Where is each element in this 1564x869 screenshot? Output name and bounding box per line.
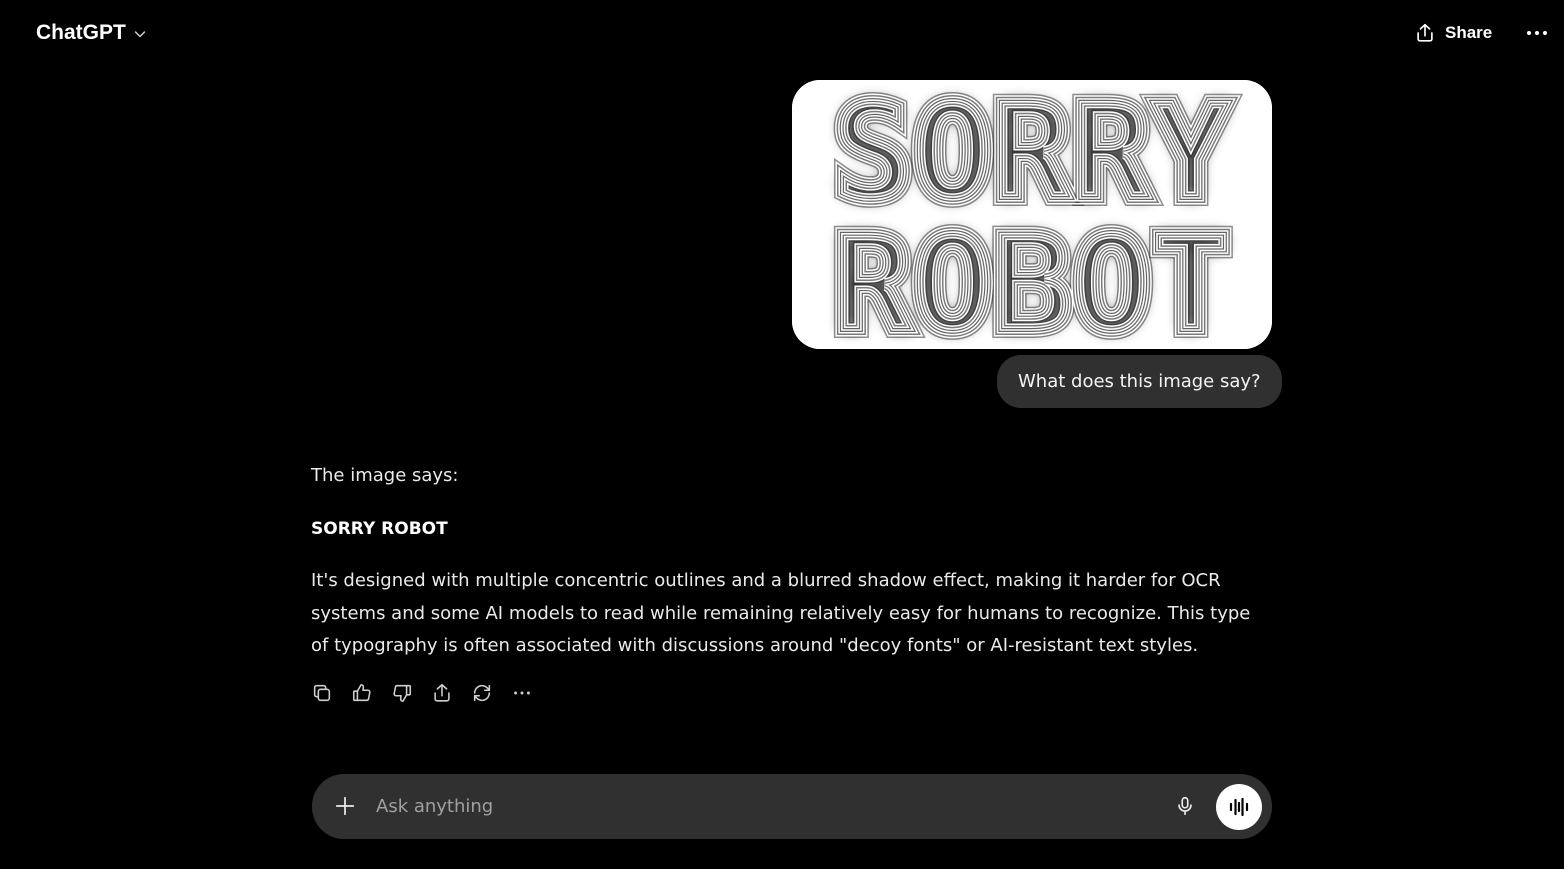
- uploaded-image[interactable]: SORRY ROBOT SORRY SORRY SORRY SORRY SORR…: [792, 80, 1272, 349]
- share-icon: [434, 683, 450, 702]
- chevron-down-icon: [134, 31, 146, 38]
- thumbs-down-icon: [393, 684, 412, 703]
- good-response-button[interactable]: [344, 676, 380, 710]
- share-label: Share: [1445, 23, 1493, 42]
- assistant-message: The image says: SORRY ROBOT It's designe…: [311, 460, 1261, 683]
- copy-icon: [313, 684, 331, 702]
- user-message-bubble: What does this image say?: [997, 355, 1282, 408]
- assistant-intro: The image says:: [311, 465, 459, 486]
- svg-text:ROBOT: ROBOT: [833, 208, 1230, 349]
- more-options-button[interactable]: [1520, 18, 1554, 48]
- attach-button[interactable]: [328, 789, 362, 823]
- copy-button[interactable]: [304, 676, 340, 710]
- composer: [312, 774, 1272, 839]
- user-message-text: What does this image say?: [1018, 371, 1261, 392]
- regenerate-button[interactable]: [464, 676, 500, 710]
- top-bar: ChatGPT Share: [0, 0, 1564, 66]
- bad-response-button[interactable]: [384, 676, 420, 710]
- model-switcher[interactable]: ChatGPT: [26, 16, 158, 50]
- waveform-icon: [1229, 797, 1249, 817]
- share-button[interactable]: Share: [1404, 16, 1502, 50]
- regenerate-icon: [473, 684, 491, 702]
- share-response-button[interactable]: [424, 676, 460, 710]
- sorry-robot-image: SORRY ROBOT SORRY SORRY SORRY SORRY SORR…: [792, 80, 1272, 349]
- ellipsis-icon: [514, 691, 530, 695]
- dictate-button[interactable]: [1168, 789, 1202, 823]
- ellipsis-icon: [1527, 31, 1547, 35]
- plus-icon: [335, 796, 355, 816]
- thumbs-up-icon: [352, 683, 371, 702]
- more-actions-button[interactable]: [504, 676, 540, 710]
- share-icon: [1417, 23, 1433, 42]
- message-actions: [304, 676, 540, 710]
- assistant-body: It's designed with multiple concentric o…: [311, 570, 1251, 656]
- voice-mode-button[interactable]: [1216, 784, 1262, 830]
- microphone-icon: [1178, 796, 1192, 816]
- model-name: ChatGPT: [36, 21, 126, 44]
- assistant-highlight: SORRY ROBOT: [311, 518, 448, 539]
- prompt-input[interactable]: [376, 788, 1156, 825]
